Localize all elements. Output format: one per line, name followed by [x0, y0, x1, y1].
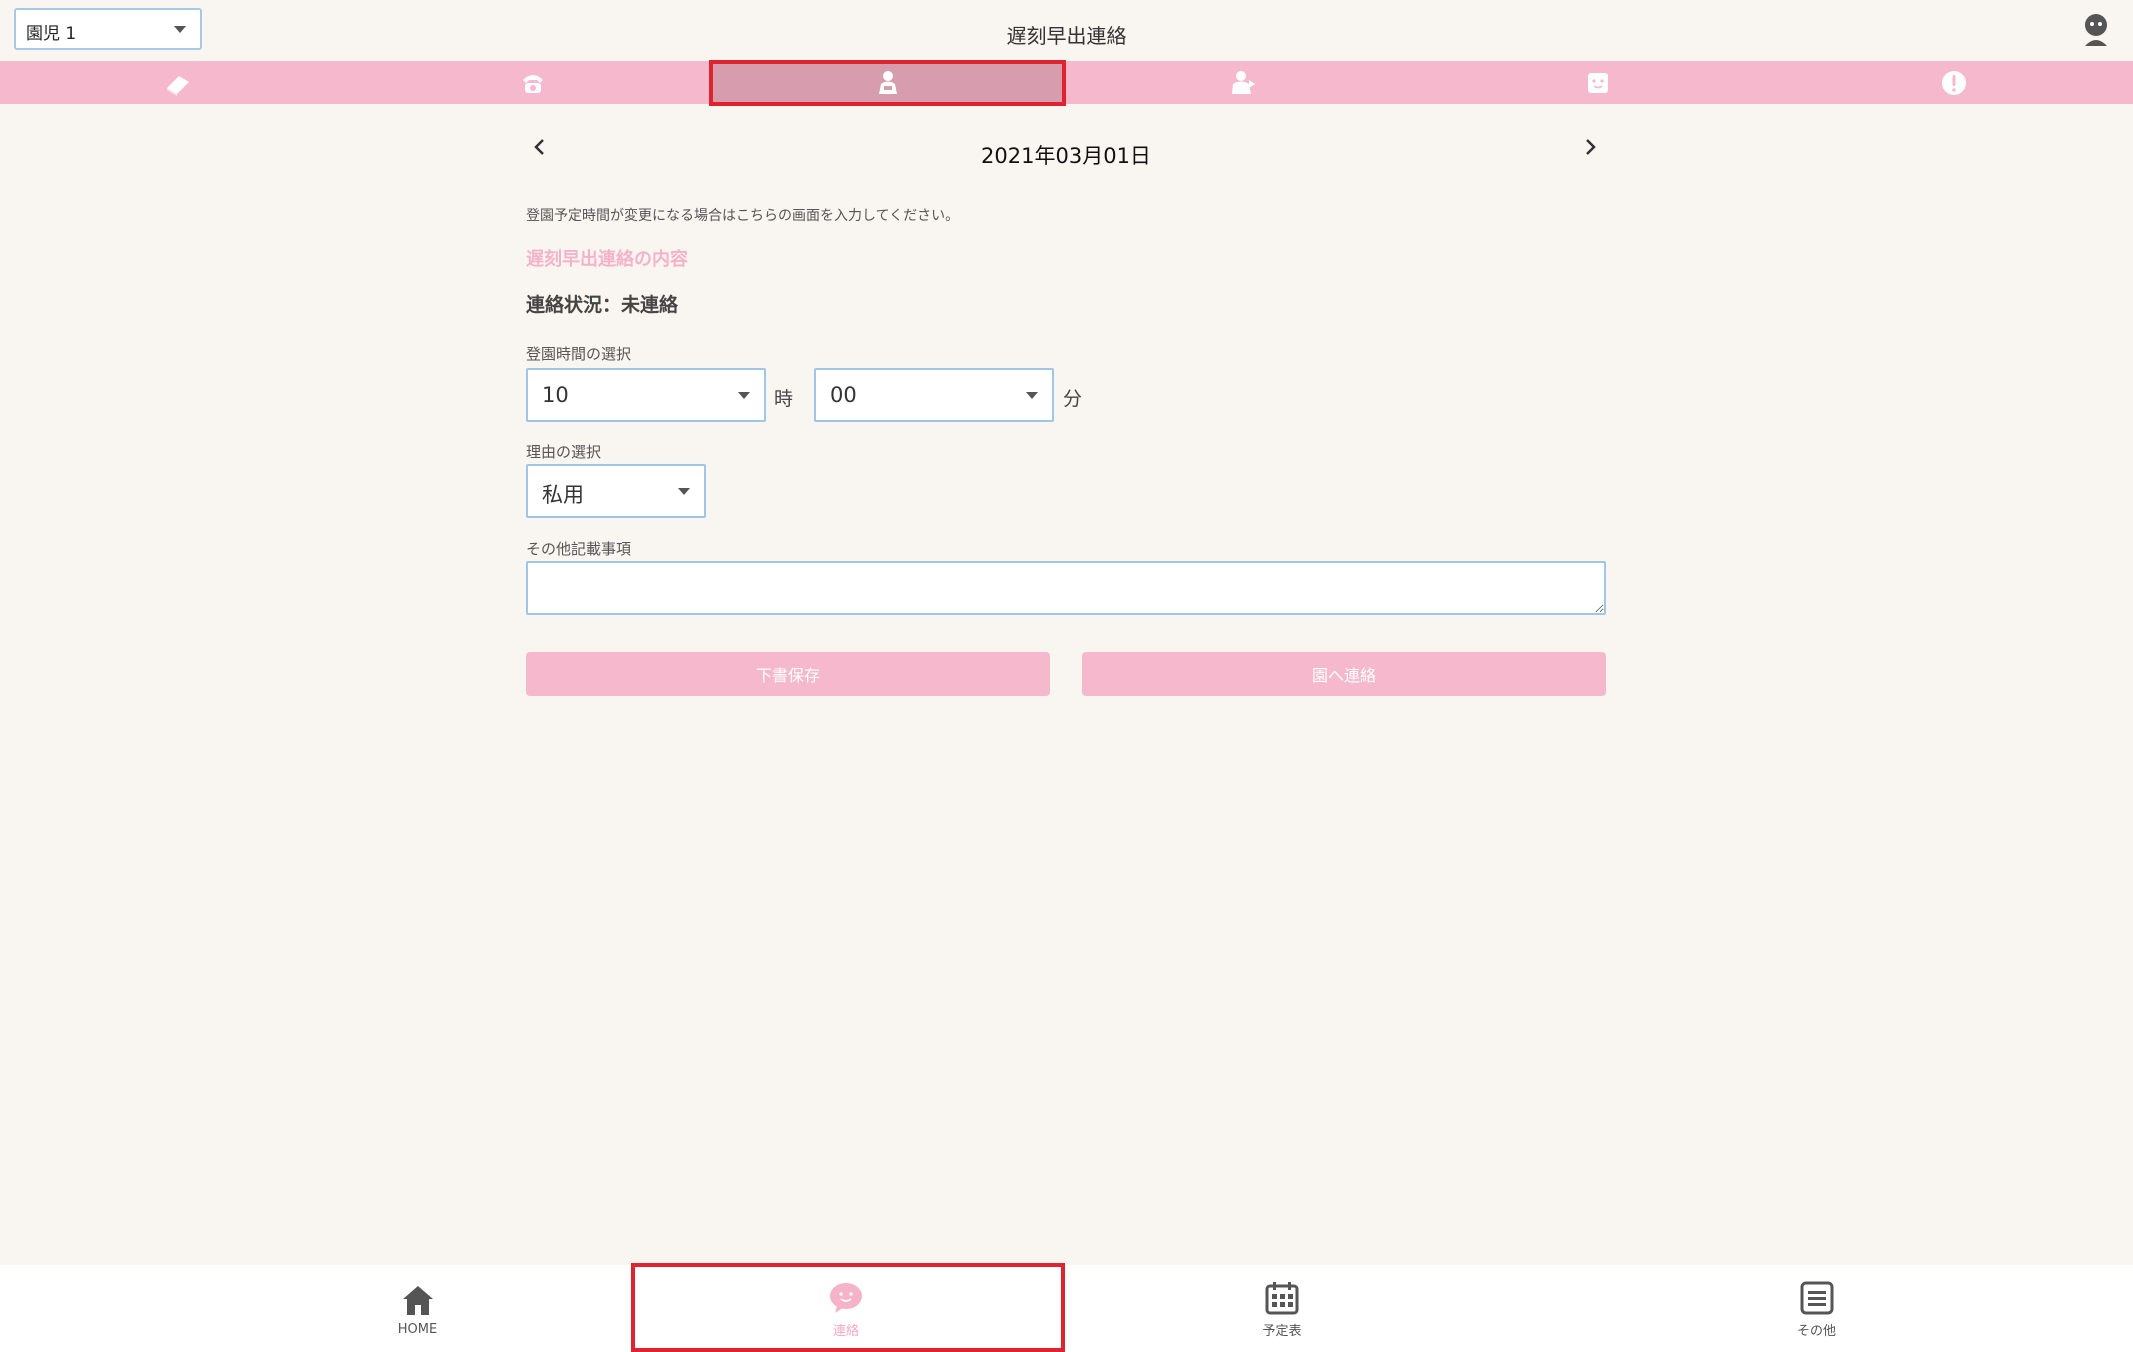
alert-icon	[1942, 70, 1966, 95]
minute-select[interactable]: 00	[814, 368, 1054, 422]
bottom-nav-contact-label: 連絡	[832, 1323, 859, 1339]
minute-select-value: 00	[830, 383, 857, 407]
chevron-down-icon	[1026, 392, 1038, 399]
bottom-nav-other-label: その他	[1796, 1323, 1836, 1339]
child-late-icon	[878, 70, 897, 94]
tab-alert[interactable]	[1775, 61, 2133, 104]
tab-face-card[interactable]	[1420, 61, 1775, 104]
save-draft-button[interactable]: 下書保存	[526, 652, 1050, 696]
send-to-school-button[interactable]: 園へ連絡	[1082, 652, 1606, 696]
bottom-nav-home-label: HOME	[397, 1321, 438, 1337]
notebook-icon	[166, 75, 189, 96]
face-card-icon	[1587, 72, 1608, 93]
reason-select[interactable]: 私用	[526, 464, 706, 518]
chat-bubble-icon	[830, 1282, 862, 1313]
info-text: 登園予定時間が変更になる場合はこちらの画面を入力してください。	[526, 208, 960, 224]
bottom-nav-other[interactable]: その他	[1500, 1265, 2133, 1352]
child-pickup-icon	[1231, 70, 1255, 94]
calendar-icon	[1265, 1281, 1299, 1314]
bottom-nav-contact[interactable]: 連絡	[628, 1265, 1064, 1352]
page-title: 遅刻早出連絡	[1006, 24, 1127, 48]
tab-telephone[interactable]	[355, 61, 710, 104]
tab-notebook[interactable]	[0, 61, 355, 104]
hour-select-value: 10	[542, 383, 569, 407]
home-icon	[402, 1285, 433, 1315]
chevron-right-icon	[1586, 139, 1596, 155]
hour-select[interactable]: 10	[526, 368, 766, 422]
menu-list-icon	[1800, 1281, 1833, 1314]
current-date: 2021年03月01日	[981, 144, 1151, 168]
chevron-down-icon	[678, 488, 690, 495]
hour-unit-label: 時	[774, 388, 794, 410]
contact-status: 連絡状況：未連絡	[526, 294, 679, 316]
section-heading: 遅刻早出連絡の内容	[526, 249, 688, 270]
next-day-button[interactable]	[1578, 132, 1602, 162]
bottom-nav-schedule[interactable]: 予定表	[1064, 1265, 1500, 1352]
notes-label: その他記載事項	[526, 540, 632, 558]
reason-select-value: 私用	[542, 483, 584, 507]
reason-label: 理由の選択	[526, 443, 602, 461]
chevron-down-icon	[738, 392, 750, 399]
arrival-time-label: 登園時間の選択	[526, 345, 632, 363]
notes-textarea[interactable]	[526, 561, 1606, 615]
minute-unit-label: 分	[1063, 388, 1083, 410]
telephone-icon	[522, 74, 543, 93]
tab-pickup[interactable]	[1065, 61, 1420, 104]
tab-late-early[interactable]	[710, 61, 1065, 104]
user-avatar-icon[interactable]	[2080, 12, 2112, 48]
bottom-nav-schedule-label: 予定表	[1262, 1323, 1302, 1339]
